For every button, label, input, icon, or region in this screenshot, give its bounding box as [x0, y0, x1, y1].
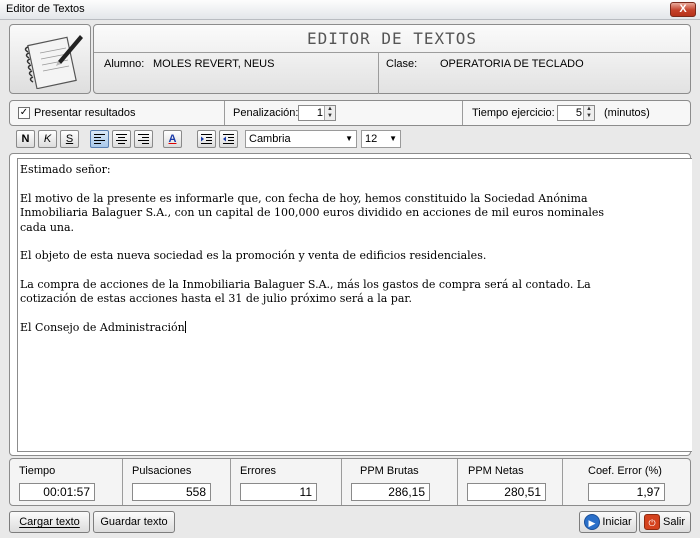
title-bar: Editor de Textos X [0, 0, 700, 20]
bold-button[interactable]: N [16, 130, 35, 148]
spin-arrows-icon[interactable]: ▲ ▼ [583, 106, 594, 120]
editor-panel: Estimado señor: El motivo de la presente… [9, 153, 692, 456]
stat-tiempo-label: Tiempo [19, 465, 56, 477]
outdent-button[interactable] [197, 130, 216, 148]
iniciar-label: Iniciar [602, 516, 632, 528]
alumno-value: MOLES REVERT, NEUS [153, 58, 275, 70]
penalizacion-label: Penalización: [233, 107, 299, 119]
stat-tiempo: Tiempo 00:01:57 [10, 459, 122, 505]
stat-coef-error-label: Coef. Error (%) [588, 465, 662, 477]
stats-panel: Tiempo 00:01:57 Pulsaciones 558 Errores … [9, 458, 691, 506]
options-bar: ✓ Presentar resultados Penalización: 1 ▲… [9, 100, 691, 126]
chevron-down-icon: ▼ [345, 134, 353, 143]
guardar-texto-label: Guardar texto [100, 516, 168, 528]
penalizacion-value: 1 [316, 107, 323, 119]
stat-tiempo-value: 00:01:57 [19, 483, 95, 501]
tiempo-ejercicio-value: 5 [575, 107, 582, 119]
header-panel: EDITOR DE TEXTOS Alumno: MOLES REVERT, N… [93, 24, 691, 94]
tiempo-unit-label: (minutos) [604, 107, 650, 119]
editor-paragraph: Estimado señor: [20, 163, 111, 176]
indent-icon [223, 134, 234, 144]
align-right-icon [138, 134, 149, 144]
alumno-label: Alumno: [104, 58, 145, 70]
align-right-button[interactable] [134, 130, 153, 148]
align-left-icon [94, 134, 105, 144]
outdent-icon [201, 134, 212, 144]
font-size-select[interactable]: 12 ▼ [361, 130, 401, 148]
salir-label: Salir [662, 516, 685, 528]
stat-ppm-brutas-value: 286,15 [351, 483, 430, 501]
font-family-select[interactable]: Cambria ▼ [245, 130, 357, 148]
stat-coef-error: Coef. Error (%) 1,97 [563, 459, 690, 505]
stat-ppm-netas: PPM Netas 280,51 [458, 459, 562, 505]
align-left-button[interactable] [90, 130, 109, 148]
editor-paragraph: La compra de acciones de la Inmobiliaria… [20, 277, 591, 306]
cargar-texto-label: Cargar texto [19, 516, 80, 528]
stat-ppm-brutas-label: PPM Brutas [360, 465, 419, 477]
stat-errores-value: 11 [240, 483, 317, 501]
power-icon: ⏻ [644, 514, 660, 530]
page-title: EDITOR DE TEXTOS [94, 25, 690, 53]
stat-errores: Errores 11 [231, 459, 341, 505]
editor-last-line: El Consejo de Administración [20, 320, 690, 336]
editor-paragraph: El objeto de esta nueva sociedad es la p… [20, 249, 487, 262]
tiempo-ejercicio-spinner[interactable]: 5 ▲ ▼ [557, 105, 595, 121]
clase-value: OPERATORIA DE TECLADO [440, 58, 584, 70]
stat-coef-error-value: 1,97 [588, 483, 665, 501]
editor-paragraph: El motivo de la presente es informarle q… [20, 191, 605, 234]
italic-button[interactable]: K [38, 130, 57, 148]
app-logo [9, 24, 91, 94]
align-center-icon [116, 134, 127, 144]
stat-ppm-netas-value: 280,51 [467, 483, 546, 501]
align-center-button[interactable] [112, 130, 131, 148]
play-icon: ▶ [584, 514, 600, 530]
penalizacion-spinner[interactable]: 1 ▲ ▼ [298, 105, 336, 121]
guardar-texto-button[interactable]: Guardar texto [93, 511, 175, 533]
stat-pulsaciones: Pulsaciones 558 [123, 459, 230, 505]
salir-button[interactable]: ⏻ Salir [639, 511, 691, 533]
spin-arrows-icon[interactable]: ▲ ▼ [324, 106, 335, 120]
presentar-checkbox[interactable]: ✓ [18, 107, 30, 119]
indent-button[interactable] [219, 130, 238, 148]
format-toolbar: N K S A Cambria ▼ 12 ▼ [9, 128, 691, 152]
font-size-value: 12 [365, 133, 378, 145]
stat-ppm-netas-label: PPM Netas [468, 465, 524, 477]
check-icon: ✓ [19, 107, 29, 118]
stat-pulsaciones-value: 558 [132, 483, 211, 501]
close-icon: X [679, 3, 687, 15]
chevron-down-icon: ▼ [389, 134, 397, 143]
text-caret [184, 320, 186, 333]
close-button[interactable]: X [670, 2, 696, 17]
options-divider [224, 101, 225, 125]
font-color-button[interactable]: A [163, 130, 182, 148]
options-divider [462, 101, 463, 125]
header-divider [378, 53, 379, 94]
text-editor[interactable]: Estimado señor: El motivo de la presente… [17, 158, 692, 452]
presentar-label: Presentar resultados [34, 107, 136, 119]
stat-ppm-brutas: PPM Brutas 286,15 [342, 459, 457, 505]
notebook-pen-icon [24, 35, 83, 89]
stat-pulsaciones-label: Pulsaciones [132, 465, 192, 477]
iniciar-button[interactable]: ▶ Iniciar [579, 511, 637, 533]
cargar-texto-button[interactable]: Cargar texto [9, 511, 90, 533]
stat-errores-label: Errores [240, 465, 277, 477]
font-family-value: Cambria [249, 133, 291, 145]
editor-paragraph: El Consejo de Administración [20, 320, 185, 334]
window-title: Editor de Textos [6, 3, 85, 15]
clase-label: Clase: [386, 58, 418, 70]
tiempo-ejercicio-label: Tiempo ejercicio: [472, 107, 555, 119]
underline-button[interactable]: S [60, 130, 79, 148]
